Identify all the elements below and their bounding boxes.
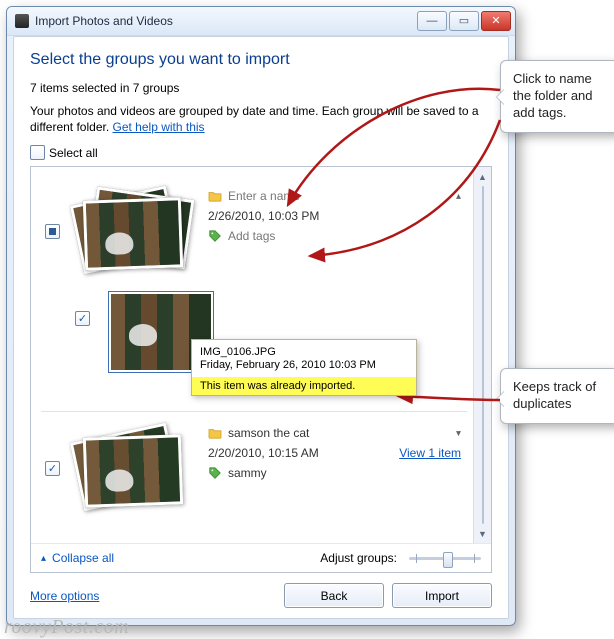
callout-duplicates: Keeps track of duplicates xyxy=(500,368,614,424)
import-window: Import Photos and Videos — ▭ ✕ Select th… xyxy=(6,6,516,626)
folder-icon xyxy=(208,427,222,439)
import-button[interactable]: Import xyxy=(392,583,492,608)
callout-name-tags: Click to name the folder and add tags. xyxy=(500,60,614,133)
group-separator xyxy=(41,411,467,412)
window-title: Import Photos and Videos xyxy=(35,14,417,28)
item-checkbox[interactable] xyxy=(75,311,90,326)
back-button[interactable]: Back xyxy=(284,583,384,608)
group-name-input[interactable]: Enter a name xyxy=(228,189,300,203)
select-all-checkbox[interactable] xyxy=(30,145,45,160)
list-footer: ▴ Collapse all Adjust groups: xyxy=(31,543,491,572)
vertical-scrollbar[interactable]: ▲ ▼ xyxy=(473,167,491,543)
adjust-groups-slider[interactable] xyxy=(409,550,481,566)
group-tag[interactable]: sammy xyxy=(228,466,267,480)
tag-icon xyxy=(208,229,222,243)
watermark: roovyPost.com xyxy=(4,616,129,639)
titlebar: Import Photos and Videos — ▭ ✕ xyxy=(7,7,515,36)
collapse-icon: ▴ xyxy=(41,553,46,564)
group-checkbox[interactable] xyxy=(45,461,60,476)
group-name-input[interactable]: samson the cat xyxy=(228,426,309,440)
groups-list: Enter a name ▴ 2/26/2010, 10:03 PM Add xyxy=(30,166,492,573)
app-icon xyxy=(15,14,29,28)
tag-icon xyxy=(208,466,222,480)
slider-thumb[interactable] xyxy=(443,552,453,568)
group-row: Enter a name ▴ 2/26/2010, 10:03 PM Add xyxy=(41,189,467,273)
help-link[interactable]: Get help with this xyxy=(113,120,205,134)
group-thumbnail-stack[interactable] xyxy=(74,426,194,510)
item-tooltip: IMG_0106.JPG Friday, February 26, 2010 1… xyxy=(191,339,417,396)
close-button[interactable]: ✕ xyxy=(481,11,511,31)
dialog-footer: More options Back Import xyxy=(30,573,492,608)
description-span: Your photos and videos are grouped by da… xyxy=(30,104,479,134)
scroll-thumb[interactable] xyxy=(482,186,484,524)
adjust-groups-label: Adjust groups: xyxy=(320,551,397,565)
group-tags-input[interactable]: Add tags xyxy=(228,229,275,243)
maximize-button[interactable]: ▭ xyxy=(449,11,479,31)
tooltip-filename: IMG_0106.JPG xyxy=(200,346,408,358)
minimize-button[interactable]: — xyxy=(417,11,447,31)
select-all-label: Select all xyxy=(49,146,98,160)
tooltip-date: Friday, February 26, 2010 10:03 PM xyxy=(200,359,408,371)
group-thumbnail-stack[interactable] xyxy=(74,189,194,273)
group-row: samson the cat ▴ 2/20/2010, 10:15 AM Vie… xyxy=(41,426,467,510)
selection-summary: 7 items selected in 7 groups xyxy=(30,81,492,95)
expand-group-icon[interactable]: ▴ xyxy=(456,428,461,439)
group-date: 2/20/2010, 10:15 AM xyxy=(208,446,319,460)
collapse-group-icon[interactable]: ▴ xyxy=(456,191,461,202)
collapse-all-link[interactable]: Collapse all xyxy=(52,551,114,565)
client-area: Select the groups you want to import 7 i… xyxy=(13,36,509,619)
view-items-link[interactable]: View 1 item xyxy=(399,446,461,460)
group-checkbox[interactable] xyxy=(45,224,60,239)
scroll-down-arrow[interactable]: ▼ xyxy=(475,526,490,541)
description-text: Your photos and videos are grouped by da… xyxy=(30,103,492,135)
folder-icon xyxy=(208,190,222,202)
group-date: 2/26/2010, 10:03 PM xyxy=(208,209,319,223)
scroll-up-arrow[interactable]: ▲ xyxy=(475,169,490,184)
more-options-link[interactable]: More options xyxy=(30,589,99,603)
expanded-item: IMG_0106.JPG Friday, February 26, 2010 1… xyxy=(75,291,467,373)
page-heading: Select the groups you want to import xyxy=(30,51,492,69)
tooltip-duplicate-notice: This item was already imported. xyxy=(192,377,416,395)
